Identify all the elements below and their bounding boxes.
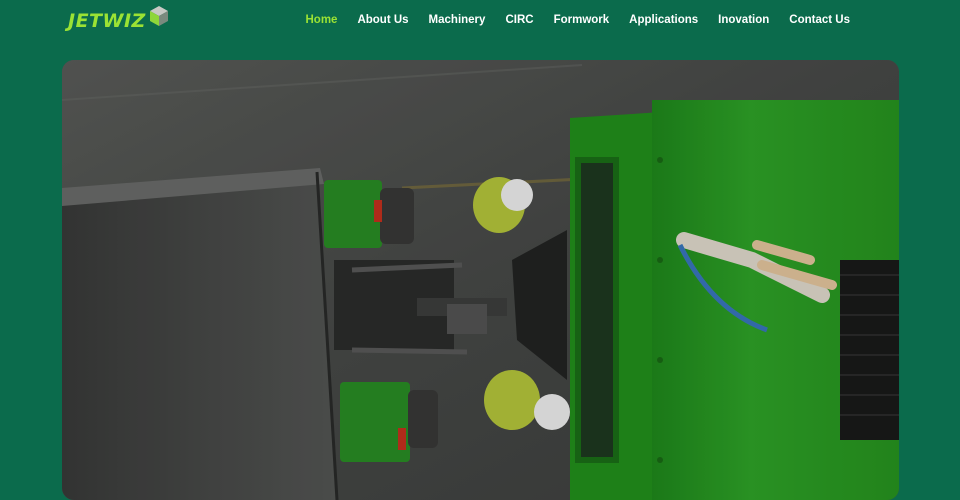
nav-about-us[interactable]: About Us: [357, 14, 408, 26]
nav-circ[interactable]: CIRC: [505, 14, 533, 26]
cube-icon: [150, 6, 168, 26]
nav-formwork[interactable]: Formwork: [554, 14, 610, 26]
jetwiz-logo[interactable]: JETWIZ: [68, 6, 178, 36]
hero-machinery-illustration: [62, 60, 899, 500]
logo-wordmark: JETWIZ: [68, 10, 146, 32]
nav-contact-us[interactable]: Contact Us: [789, 14, 850, 26]
hero-image: [62, 60, 899, 500]
nav-machinery[interactable]: Machinery: [429, 14, 486, 26]
nav-home[interactable]: Home: [305, 14, 337, 26]
main-nav: Home About Us Machinery CIRC Formwork Ap…: [285, 14, 850, 26]
nav-inovation[interactable]: Inovation: [718, 14, 769, 26]
nav-applications[interactable]: Applications: [629, 14, 698, 26]
site-header: JETWIZ Home About Us Machinery CIRC Form…: [0, 0, 960, 46]
